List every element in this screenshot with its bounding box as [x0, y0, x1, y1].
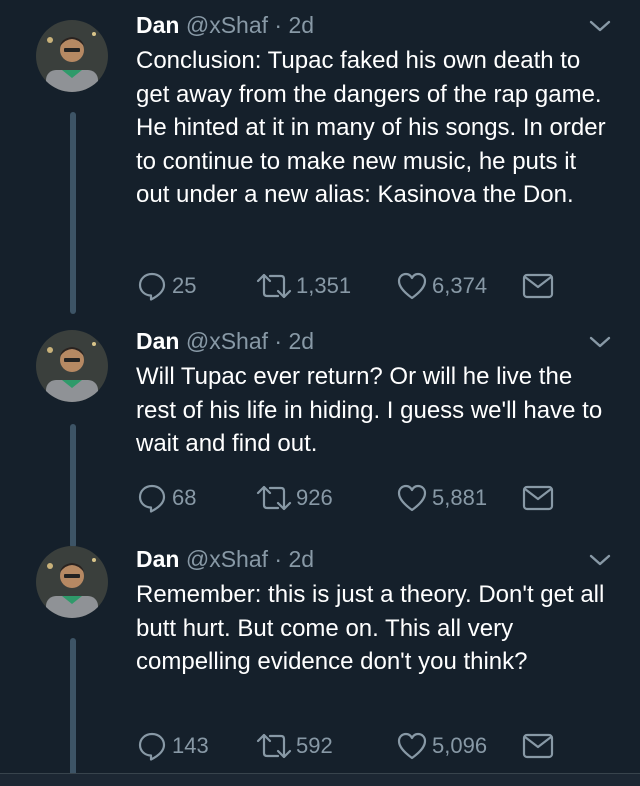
- retweet-button[interactable]: 592: [256, 726, 333, 766]
- retweet-icon: [256, 483, 292, 513]
- bottom-bar: [0, 773, 640, 786]
- direct-message-button[interactable]: [522, 478, 554, 518]
- reply-button[interactable]: 143: [136, 726, 209, 766]
- reply-count: 25: [172, 273, 197, 298]
- tweet[interactable]: Dan @xShaf · 2d Remember: this is just a…: [0, 534, 640, 786]
- reply-count: 143: [172, 733, 209, 758]
- retweet-count: 926: [296, 485, 333, 510]
- retweet-button[interactable]: 926: [256, 478, 333, 518]
- reply-icon: [136, 270, 168, 302]
- chevron-down-icon[interactable]: [588, 334, 612, 350]
- like-button[interactable]: 5,096: [396, 726, 487, 766]
- author-name[interactable]: Dan: [136, 12, 179, 38]
- reply-button[interactable]: 68: [136, 478, 196, 518]
- action-bar: 68 926 5,881: [136, 478, 596, 518]
- retweet-button[interactable]: 1,351: [256, 266, 351, 306]
- heart-icon: [396, 271, 428, 301]
- avatar[interactable]: [36, 20, 108, 92]
- thread-line: [70, 638, 76, 786]
- thread-line: [70, 112, 76, 314]
- envelope-icon: [522, 485, 554, 511]
- separator-dot: ·: [274, 328, 283, 354]
- tweet-text: Will Tupac ever return? Or will he live …: [136, 363, 603, 457]
- timestamp[interactable]: 2d: [288, 546, 314, 572]
- direct-message-button[interactable]: [522, 266, 554, 306]
- author-handle[interactable]: @xShaf: [186, 328, 268, 354]
- tweet-text: Conclusion: Tupac faked his own death to…: [136, 47, 606, 208]
- timestamp[interactable]: 2d: [288, 12, 314, 38]
- action-bar: 25 1,351 6,374: [136, 266, 596, 306]
- author-name[interactable]: Dan: [136, 328, 179, 354]
- action-bar: 143 592 5,096: [136, 726, 596, 766]
- separator-dot: ·: [274, 546, 283, 572]
- retweet-icon: [256, 271, 292, 301]
- thread-line: [70, 424, 76, 548]
- chevron-down-icon[interactable]: [588, 552, 612, 568]
- like-button[interactable]: 6,374: [396, 266, 487, 306]
- reply-count: 68: [172, 485, 197, 510]
- reply-icon: [136, 482, 168, 514]
- tweet-header: Dan @xShaf · 2d: [136, 544, 314, 574]
- tweet-header: Dan @xShaf · 2d: [136, 10, 314, 40]
- avatar[interactable]: [36, 330, 108, 402]
- envelope-icon: [522, 733, 554, 759]
- author-handle[interactable]: @xShaf: [186, 546, 268, 572]
- like-count: 5,881: [432, 485, 488, 510]
- retweet-count: 1,351: [296, 273, 352, 298]
- author-handle[interactable]: @xShaf: [186, 12, 268, 38]
- tweet-header: Dan @xShaf · 2d: [136, 326, 314, 356]
- retweet-count: 592: [296, 733, 333, 758]
- heart-icon: [396, 731, 428, 761]
- reply-icon: [136, 730, 168, 762]
- reply-button[interactable]: 25: [136, 266, 196, 306]
- like-button[interactable]: 5,881: [396, 478, 487, 518]
- author-name[interactable]: Dan: [136, 546, 179, 572]
- heart-icon: [396, 483, 428, 513]
- tweet[interactable]: Dan @xShaf · 2d Conclusion: Tupac faked …: [0, 0, 640, 316]
- chevron-down-icon[interactable]: [588, 18, 612, 34]
- tweet-text: Remember: this is just a theory. Don't g…: [136, 581, 605, 675]
- like-count: 6,374: [432, 273, 488, 298]
- tweet[interactable]: Dan @xShaf · 2d Will Tupac ever return? …: [0, 316, 640, 548]
- envelope-icon: [522, 273, 554, 299]
- timestamp[interactable]: 2d: [288, 328, 314, 354]
- avatar[interactable]: [36, 546, 108, 618]
- separator-dot: ·: [274, 12, 283, 38]
- like-count: 5,096: [432, 733, 488, 758]
- direct-message-button[interactable]: [522, 726, 554, 766]
- retweet-icon: [256, 731, 292, 761]
